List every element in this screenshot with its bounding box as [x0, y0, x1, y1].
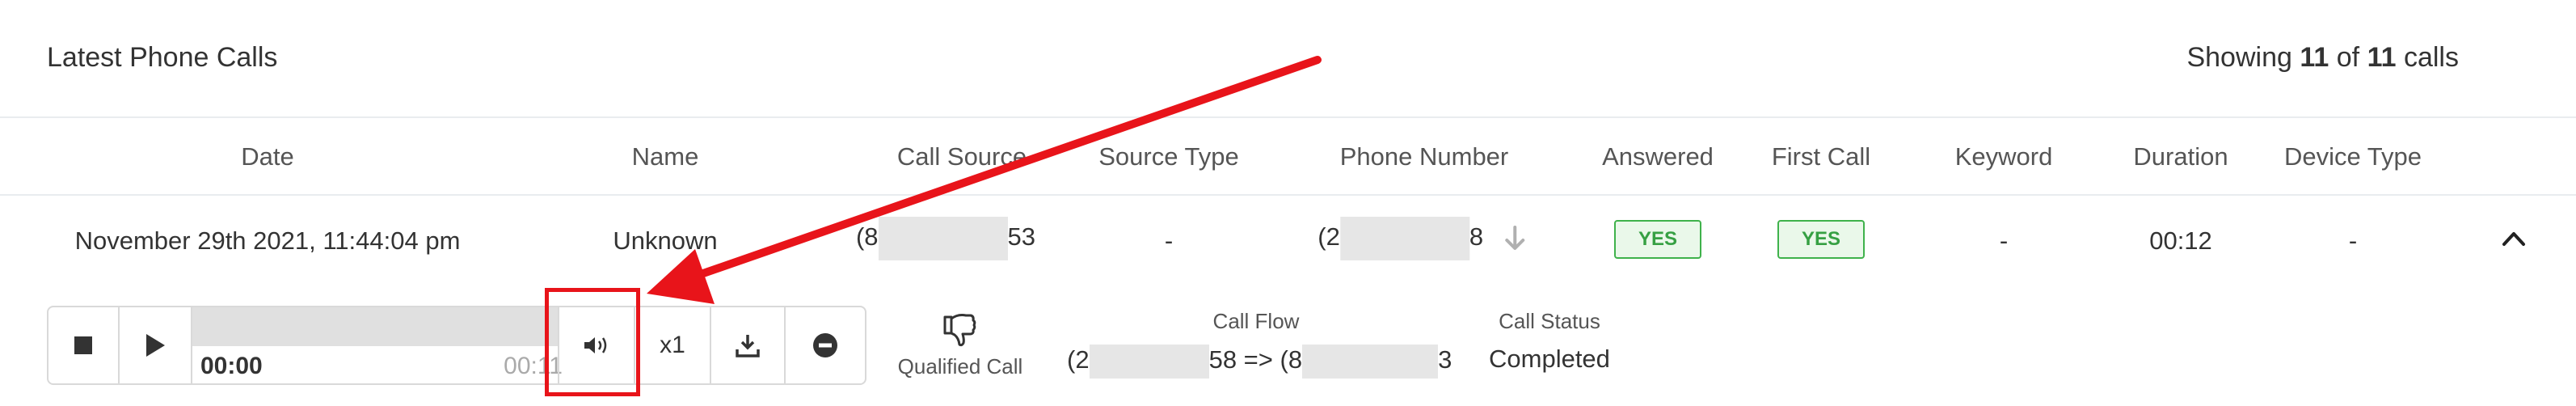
redacted-area	[1302, 345, 1439, 379]
column-header-duration[interactable]: Duration	[2133, 142, 2228, 171]
divider	[0, 116, 2576, 118]
showing-count: Showing 11 of 11 calls	[2186, 42, 2459, 73]
column-header-source-type[interactable]: Source Type	[1098, 142, 1238, 171]
cell-name: Unknown	[613, 226, 718, 255]
download-icon	[736, 335, 760, 357]
thumbs-down-icon	[943, 314, 976, 347]
first-call-badge: YES	[1777, 220, 1865, 259]
speed-button[interactable]: x1	[635, 307, 711, 383]
column-header-answered[interactable]: Answered	[1602, 142, 1714, 171]
arrow-down-icon[interactable]	[1503, 225, 1528, 252]
column-header-device-type[interactable]: Device Type	[2284, 142, 2422, 171]
calls-header: Latest Phone Calls Showing 11 of 11 call…	[0, 0, 2576, 118]
cell-call-source: (8 53	[856, 217, 1035, 260]
cell-source-type: -	[1164, 226, 1174, 255]
cell-device-type: -	[2348, 226, 2358, 255]
cell-keyword: -	[1999, 226, 2009, 255]
call-flow-label: Call Flow	[1212, 309, 1300, 333]
column-header-call-source[interactable]: Call Source	[897, 142, 1027, 171]
highlight-box	[545, 288, 640, 396]
download-button[interactable]	[711, 307, 786, 383]
redacted-area	[1339, 217, 1469, 260]
column-header-name[interactable]: Name	[632, 142, 699, 171]
audio-player: 00:00 00:11 x1	[47, 306, 866, 385]
playback-progress[interactable]: 00:00 00:11	[192, 307, 563, 383]
chevron-up-icon[interactable]	[2502, 226, 2526, 251]
cell-duration: 00:12	[2149, 226, 2212, 255]
column-header-phone-number[interactable]: Phone Number	[1340, 142, 1509, 171]
answered-badge: YES	[1614, 220, 1701, 259]
cell-phone-number: (2 8	[1318, 217, 1527, 260]
column-header-keyword[interactable]: Keyword	[1955, 142, 2053, 171]
stop-button[interactable]	[48, 307, 120, 383]
progress-track[interactable]	[192, 307, 558, 346]
divider	[0, 194, 2576, 196]
redacted-area	[878, 217, 1008, 260]
redacted-area	[1089, 345, 1209, 379]
remove-icon	[813, 333, 837, 357]
play-button[interactable]	[120, 307, 192, 383]
column-header-first-call[interactable]: First Call	[1772, 142, 1870, 171]
cell-date: November 29th 2021, 11:44:04 pm	[74, 226, 461, 255]
remove-button[interactable]	[786, 307, 865, 383]
page-title: Latest Phone Calls	[47, 42, 278, 73]
qualified-call-label: Qualified Call	[897, 354, 1023, 379]
column-header-date[interactable]: Date	[241, 142, 293, 171]
current-time: 00:00	[200, 353, 263, 379]
call-status-label: Call Status	[1499, 309, 1600, 333]
call-status-value: Completed	[1489, 345, 1610, 373]
stop-icon	[74, 336, 92, 354]
call-flow-value: (2 58 => (8 3	[1067, 345, 1452, 379]
play-icon	[146, 334, 165, 357]
